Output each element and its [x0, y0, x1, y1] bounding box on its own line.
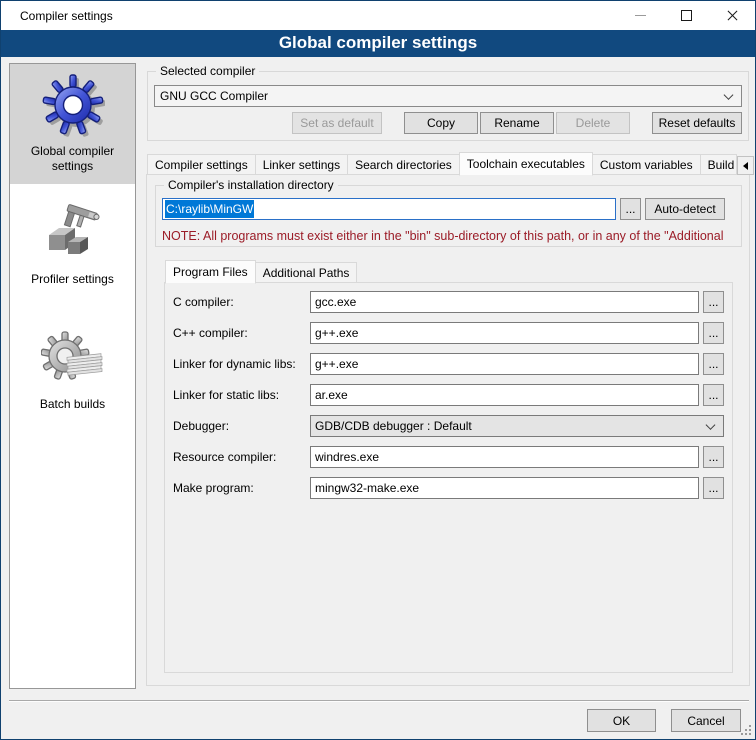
chevron-down-icon: [706, 420, 716, 430]
browse-button[interactable]: ...: [703, 446, 724, 468]
dynamic-linker-input[interactable]: g++.exe: [310, 353, 699, 375]
selected-text: C:\raylib\MinGW: [165, 200, 254, 218]
form-row: C++ compiler: g++.exe ...: [173, 322, 724, 344]
sidebar-item-global-compiler-settings[interactable]: Global compiler settings: [10, 64, 135, 184]
debugger-dropdown[interactable]: GDB/CDB debugger : Default: [310, 415, 724, 437]
note-text: NOTE: All programs must exist either in …: [162, 229, 740, 243]
tab-linker-settings[interactable]: Linker settings: [255, 154, 348, 175]
compiler-settings-dialog: Compiler settings Global compiler settin…: [0, 0, 756, 740]
sidebar-item-label: Global compiler settings: [10, 144, 135, 174]
form-row: Linker for static libs: ar.exe ...: [173, 384, 724, 406]
close-button[interactable]: [709, 1, 755, 30]
selected-compiler-value: GNU GCC Compiler: [160, 89, 268, 103]
tab-toolchain-executables[interactable]: Toolchain executables: [459, 152, 593, 176]
maximize-icon: [681, 10, 692, 21]
blue-gear-icon: [41, 73, 105, 137]
minimize-button[interactable]: [617, 1, 663, 30]
cpp-compiler-input[interactable]: g++.exe: [310, 322, 699, 344]
main-content: Selected compiler GNU GCC Compiler Set a…: [146, 63, 750, 689]
group-label: Compiler's installation directory: [164, 178, 338, 192]
tab-additional-paths[interactable]: Additional Paths: [255, 262, 358, 283]
window-title: Compiler settings: [20, 9, 113, 23]
form-row: Make program: mingw32-make.exe ...: [173, 477, 724, 499]
resize-grip[interactable]: [739, 723, 751, 735]
chevron-down-icon: [724, 90, 734, 100]
sidebar-item-label: Profiler settings: [10, 272, 135, 287]
program-files-panel: C compiler: gcc.exe ... C++ compiler: g+…: [164, 282, 733, 673]
sidebar-item-batch-builds[interactable]: Batch builds: [10, 317, 135, 412]
close-icon: [726, 9, 739, 22]
tab-custom-variables[interactable]: Custom variables: [592, 154, 701, 175]
toolchain-executables-page: Compiler's installation directory C:\ray…: [146, 174, 750, 686]
make-program-input[interactable]: mingw32-make.exe: [310, 477, 699, 499]
browse-button[interactable]: ...: [703, 322, 724, 344]
tab-build-options[interactable]: Build options: [700, 154, 737, 175]
tab-compiler-settings[interactable]: Compiler settings: [147, 154, 256, 175]
selected-compiler-group: Selected compiler GNU GCC Compiler Set a…: [147, 71, 749, 141]
settings-category-list: Global compiler settings: [9, 63, 136, 689]
titlebar: Compiler settings: [1, 1, 755, 30]
footer-divider-highlight: [9, 701, 749, 702]
installation-directory-input[interactable]: C:\raylib\MinGW: [162, 198, 616, 220]
maximize-button[interactable]: [663, 1, 709, 30]
field-label: C compiler:: [173, 291, 310, 313]
browse-button[interactable]: ...: [703, 477, 724, 499]
copy-button[interactable]: Copy: [404, 112, 478, 134]
form-row: Debugger: GDB/CDB debugger : Default: [173, 415, 724, 437]
selected-compiler-dropdown[interactable]: GNU GCC Compiler: [154, 85, 742, 107]
tab-search-directories[interactable]: Search directories: [347, 154, 460, 175]
static-linker-input[interactable]: ar.exe: [310, 384, 699, 406]
field-label: Debugger:: [173, 415, 310, 437]
installation-directory-row: C:\raylib\MinGW ... Auto-detect: [162, 198, 725, 220]
browse-directory-button[interactable]: ...: [620, 198, 641, 220]
tab-scroll-buttons: [736, 156, 756, 175]
gray-gear-stack-icon: [41, 326, 105, 390]
field-label: Resource compiler:: [173, 446, 310, 468]
reset-defaults-button[interactable]: Reset defaults: [652, 112, 742, 134]
installation-directory-group: Compiler's installation directory C:\ray…: [155, 185, 742, 247]
tab-scroll-left-button[interactable]: [737, 156, 754, 175]
delete-button[interactable]: Delete: [556, 112, 630, 134]
sidebar-item-label: Batch builds: [10, 397, 135, 412]
tab-program-files[interactable]: Program Files: [165, 260, 256, 284]
browse-button[interactable]: ...: [703, 291, 724, 313]
rename-button[interactable]: Rename: [480, 112, 554, 134]
program-files-tabs: Program Files Additional Paths: [164, 259, 731, 283]
browse-button[interactable]: ...: [703, 384, 724, 406]
arrow-left-icon: [743, 162, 748, 170]
browse-button[interactable]: ...: [703, 353, 724, 375]
page-title: Global compiler settings: [1, 30, 755, 57]
field-label: Linker for static libs:: [173, 384, 310, 406]
c-compiler-input[interactable]: gcc.exe: [310, 291, 699, 313]
ok-button[interactable]: OK: [587, 709, 656, 732]
sidebar-item-profiler-settings[interactable]: Profiler settings: [10, 192, 135, 287]
field-label: Linker for dynamic libs:: [173, 353, 310, 375]
resource-compiler-input[interactable]: windres.exe: [310, 446, 699, 468]
minimize-icon: [635, 15, 646, 16]
field-label: C++ compiler:: [173, 322, 310, 344]
set-as-default-button[interactable]: Set as default: [292, 112, 382, 134]
compiler-buttons-row: Set as default Copy Rename Delete Reset …: [154, 112, 742, 134]
settings-tabs: Compiler settings Linker settings Search…: [146, 151, 750, 175]
form-row: Resource compiler: windres.exe ...: [173, 446, 724, 468]
form-row: Linker for dynamic libs: g++.exe ...: [173, 353, 724, 375]
group-label: Selected compiler: [156, 64, 259, 78]
caption-buttons: [617, 1, 755, 30]
caliper-icon: [41, 201, 105, 265]
cancel-button[interactable]: Cancel: [671, 709, 741, 732]
field-label: Make program:: [173, 477, 310, 499]
form-row: C compiler: gcc.exe ...: [173, 291, 724, 313]
auto-detect-button[interactable]: Auto-detect: [645, 198, 725, 220]
